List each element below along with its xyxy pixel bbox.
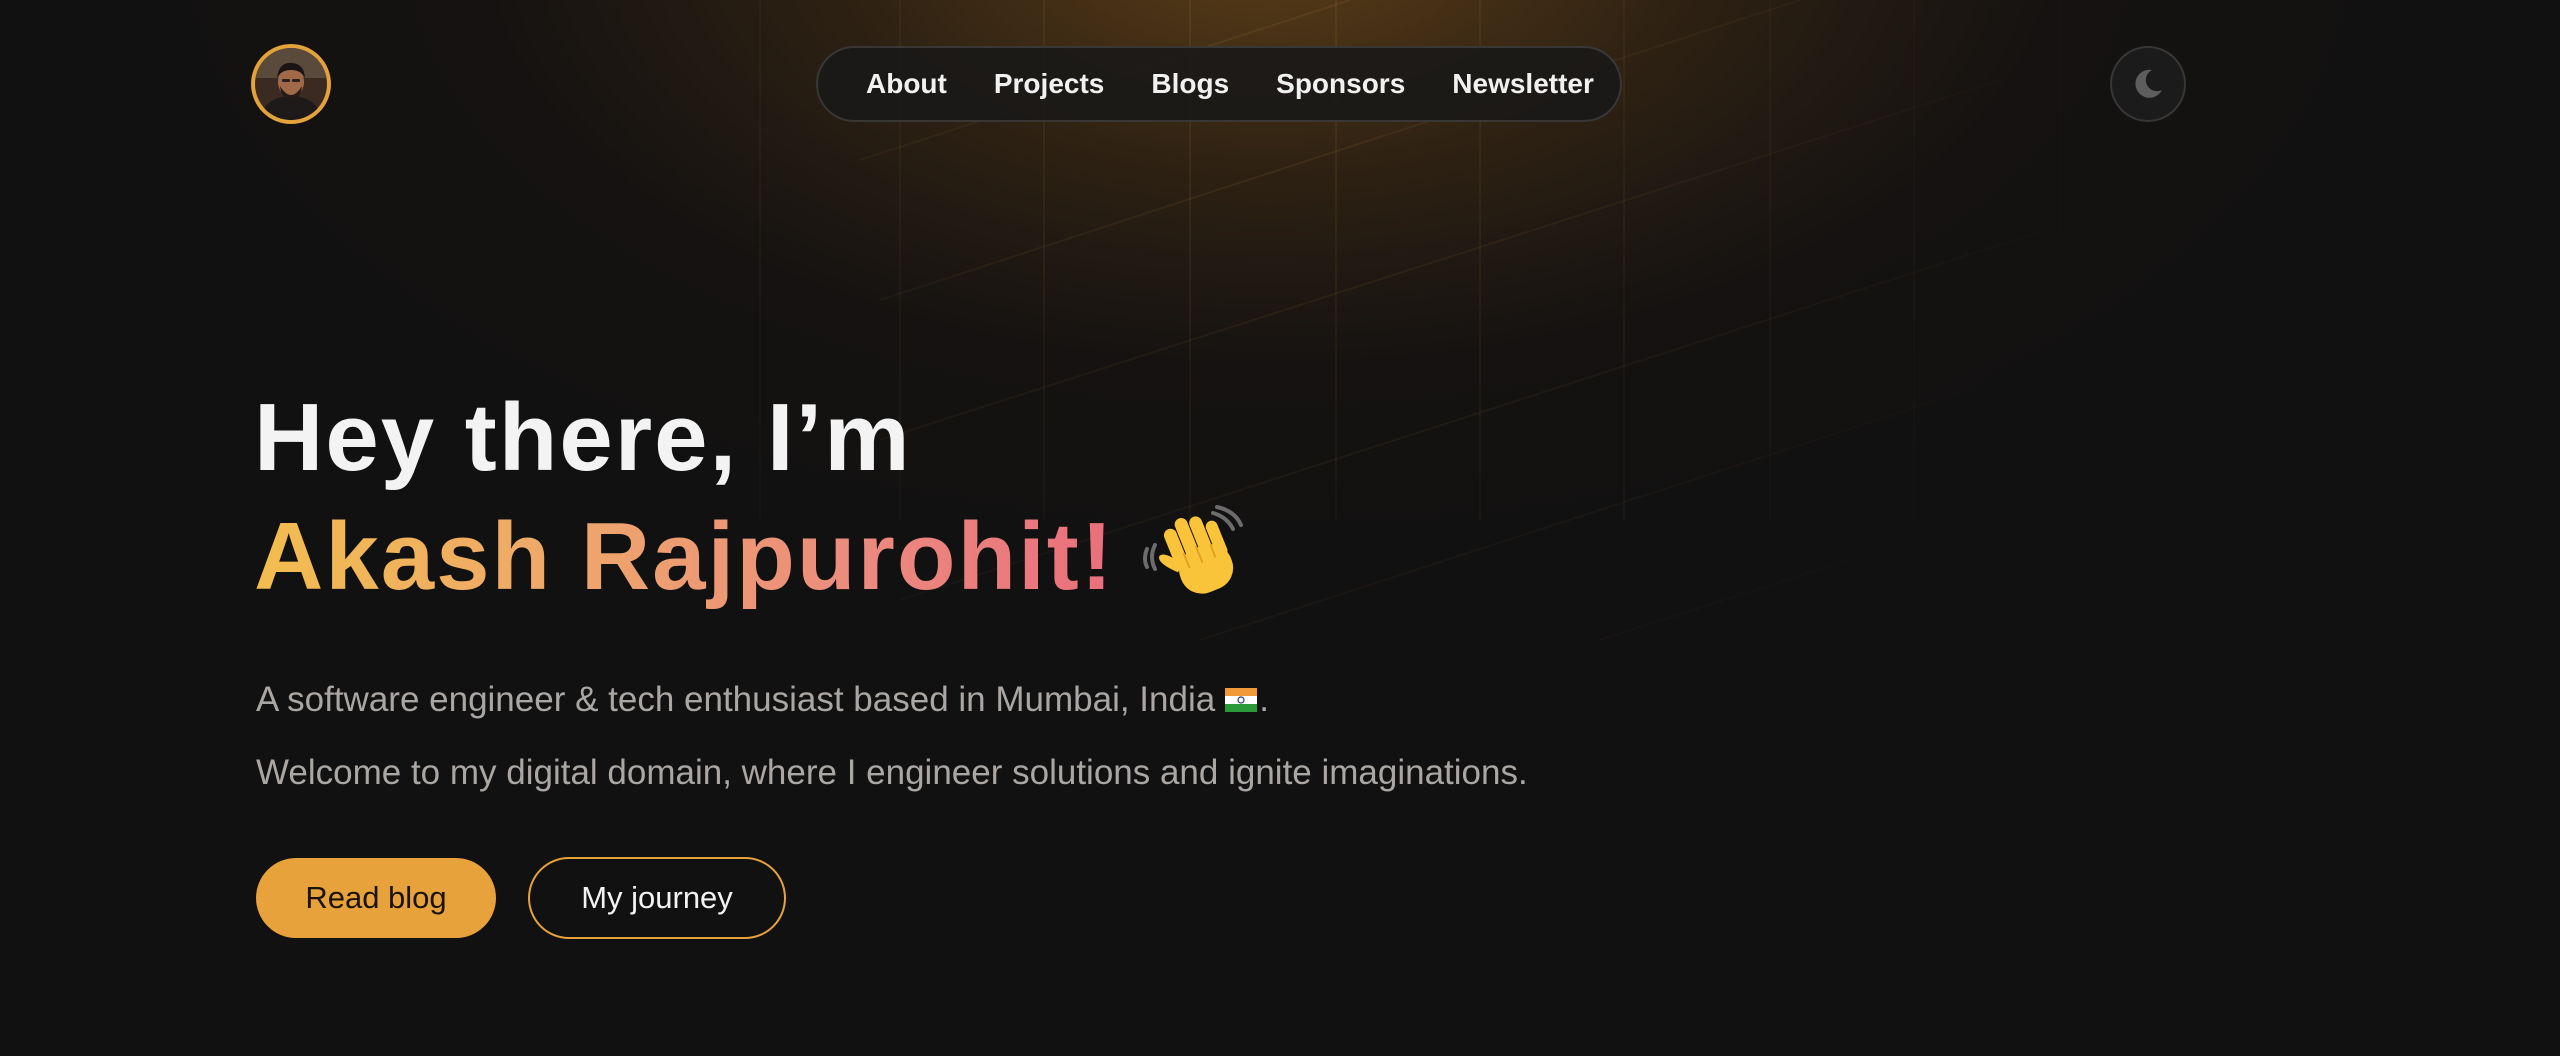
page: About Projects Blogs Sponsors Newsletter… bbox=[0, 0, 2560, 1056]
hero-name-line: Akash Rajpurohit! bbox=[254, 497, 1245, 617]
tagline-text: A software engineer & tech enthusiast ba… bbox=[256, 680, 1216, 719]
tagline-end: . bbox=[1259, 680, 1269, 719]
moon-icon bbox=[2135, 69, 2162, 98]
nav-projects[interactable]: Projects bbox=[994, 68, 1105, 100]
main-nav: About Projects Blogs Sponsors Newsletter bbox=[816, 46, 1622, 122]
hero-tagline: A software engineer & tech enthusiast ba… bbox=[256, 675, 1269, 725]
waving-hand-icon bbox=[1142, 505, 1243, 594]
my-journey-button[interactable]: My journey bbox=[528, 857, 786, 939]
india-flag-icon bbox=[1225, 688, 1258, 712]
nav-blogs[interactable]: Blogs bbox=[1151, 68, 1229, 100]
avatar[interactable] bbox=[251, 44, 331, 124]
hero-name: Akash Rajpurohit! bbox=[254, 497, 1115, 617]
theme-toggle-button[interactable] bbox=[2110, 46, 2186, 122]
avatar-photo bbox=[255, 48, 327, 120]
nav-about[interactable]: About bbox=[866, 68, 947, 100]
nav-newsletter[interactable]: Newsletter bbox=[1452, 68, 1594, 100]
hero-welcome: Welcome to my digital domain, where I en… bbox=[256, 753, 1528, 792]
hero-greeting: Hey there, I’m bbox=[254, 384, 912, 491]
nav-sponsors[interactable]: Sponsors bbox=[1276, 68, 1405, 100]
read-blog-button[interactable]: Read blog bbox=[256, 858, 496, 938]
